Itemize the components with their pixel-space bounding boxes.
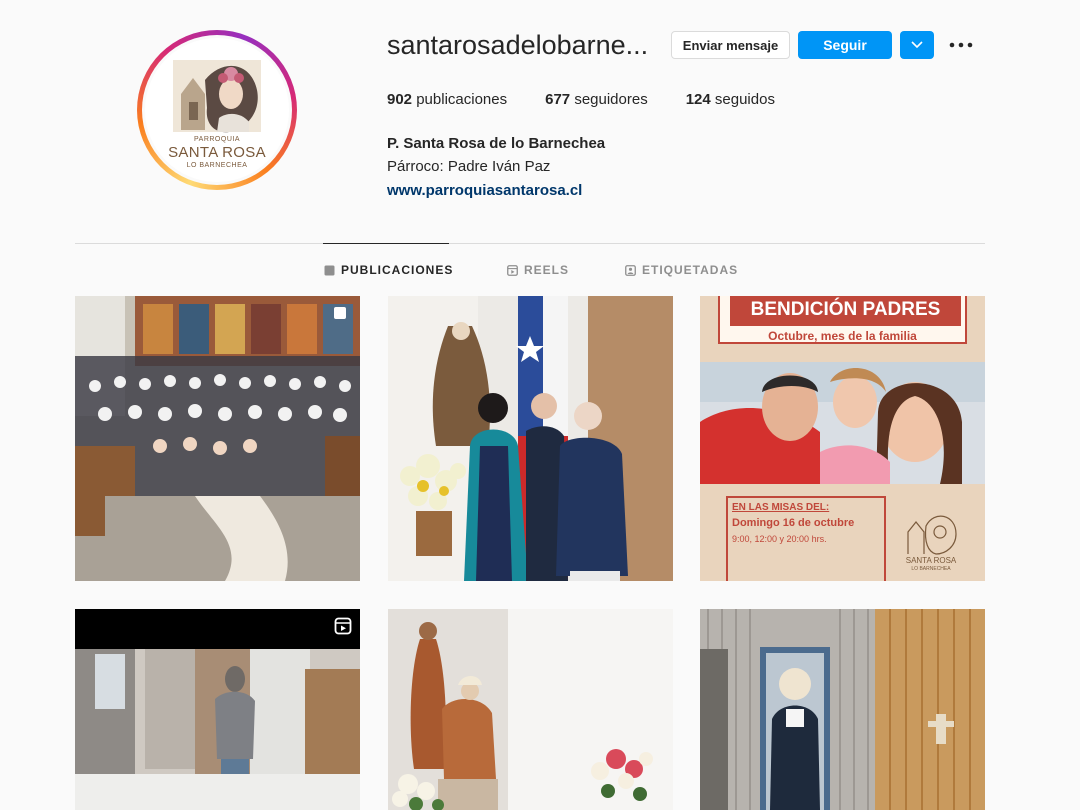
tab-publicaciones-label: PUBLICACIONES: [341, 263, 454, 277]
tab-reels[interactable]: REELS: [507, 263, 569, 277]
profile-bio: Párroco: Padre Iván Paz: [387, 158, 551, 175]
avatar-logo-line1: PARROQUIA: [194, 136, 240, 143]
more-dots-icon: [949, 42, 973, 48]
followers-count: 677: [545, 91, 571, 108]
profile-full-name: P. Santa Rosa de lo Barnechea: [387, 135, 606, 152]
parish-logo-icon: [907, 515, 957, 555]
family-photo: [700, 362, 985, 484]
tabs-divider: [75, 243, 985, 244]
post-image-hallway: [75, 609, 360, 810]
reels-icon: [507, 264, 518, 276]
avatar-logo: PARROQUIA SANTA ROSA LO BARNECHEA: [145, 38, 289, 182]
reel-icon: [334, 617, 352, 635]
active-tab-indicator: [323, 243, 449, 244]
followers-stat[interactable]: 677 seguidores: [545, 91, 648, 108]
graphic-logo-line1: SANTA ROSA: [905, 556, 957, 565]
post-thumbnail[interactable]: [388, 296, 673, 581]
avatar-logo-line2: SANTA ROSA: [168, 144, 266, 161]
more-options-button[interactable]: [948, 34, 974, 56]
post-thumbnail[interactable]: [388, 609, 673, 810]
follow-button[interactable]: Seguir: [798, 31, 892, 59]
post-image-statue-visit: [388, 296, 673, 581]
posts-stat: 902 publicaciones: [387, 91, 507, 108]
multi-photo-icon: [334, 307, 346, 319]
tab-publicaciones[interactable]: PUBLICACIONES: [324, 263, 453, 277]
followers-label: seguidores: [574, 91, 648, 108]
avatar-gap: PARROQUIA SANTA ROSA LO BARNECHEA: [142, 35, 292, 185]
posts-count: 902: [387, 91, 413, 108]
graphic-body-date: Domingo 16 de octubre: [732, 517, 855, 529]
profile-username: santarosadelobarne...: [387, 30, 649, 60]
tagged-icon: [625, 264, 636, 276]
tab-etiquetadas-label: ETIQUETADAS: [642, 263, 739, 277]
post-thumbnail[interactable]: [75, 296, 360, 581]
following-count: 124: [685, 91, 711, 108]
posts-label: publicaciones: [416, 91, 508, 108]
graphic-body-times: 9:00, 12:00 y 20:00 hrs.: [732, 534, 827, 544]
post-image-wooden-statues: [388, 609, 673, 810]
post-thumbnail[interactable]: BENDICIÓN PADRES Octubre, mes de la fami…: [700, 296, 985, 581]
graphic-logo-line2: LO BARNECHEA: [911, 566, 951, 572]
graphic-body-label: EN LAS MISAS DEL:: [732, 502, 830, 513]
following-stat[interactable]: 124 seguidos: [686, 91, 775, 108]
post-image-group-photo: [75, 296, 360, 581]
avatar-logo-line3: LO BARNECHEA: [186, 162, 248, 169]
profile-website-link[interactable]: www.parroquiasantarosa.cl: [387, 182, 582, 199]
send-message-button[interactable]: Enviar mensaje: [671, 31, 790, 59]
grid-icon: [324, 265, 335, 275]
following-label: seguidos: [714, 91, 775, 108]
post-thumbnail[interactable]: [700, 609, 985, 810]
chevron-down-icon: [911, 41, 923, 49]
profile-avatar[interactable]: PARROQUIA SANTA ROSA LO BARNECHEA: [137, 30, 297, 190]
graphic-subheader: Octubre, mes de la familia: [768, 329, 917, 343]
tab-etiquetadas[interactable]: ETIQUETADAS: [625, 263, 738, 277]
post-image-saint-painting: [700, 609, 985, 810]
profile-stats: 902 publicaciones 677 seguidores 124 seg…: [387, 91, 813, 108]
tab-reels-label: REELS: [524, 263, 570, 277]
post-thumbnail[interactable]: [75, 609, 360, 810]
graphic-header: BENDICIÓN PADRES: [730, 296, 961, 326]
suggested-accounts-button[interactable]: [900, 31, 934, 59]
